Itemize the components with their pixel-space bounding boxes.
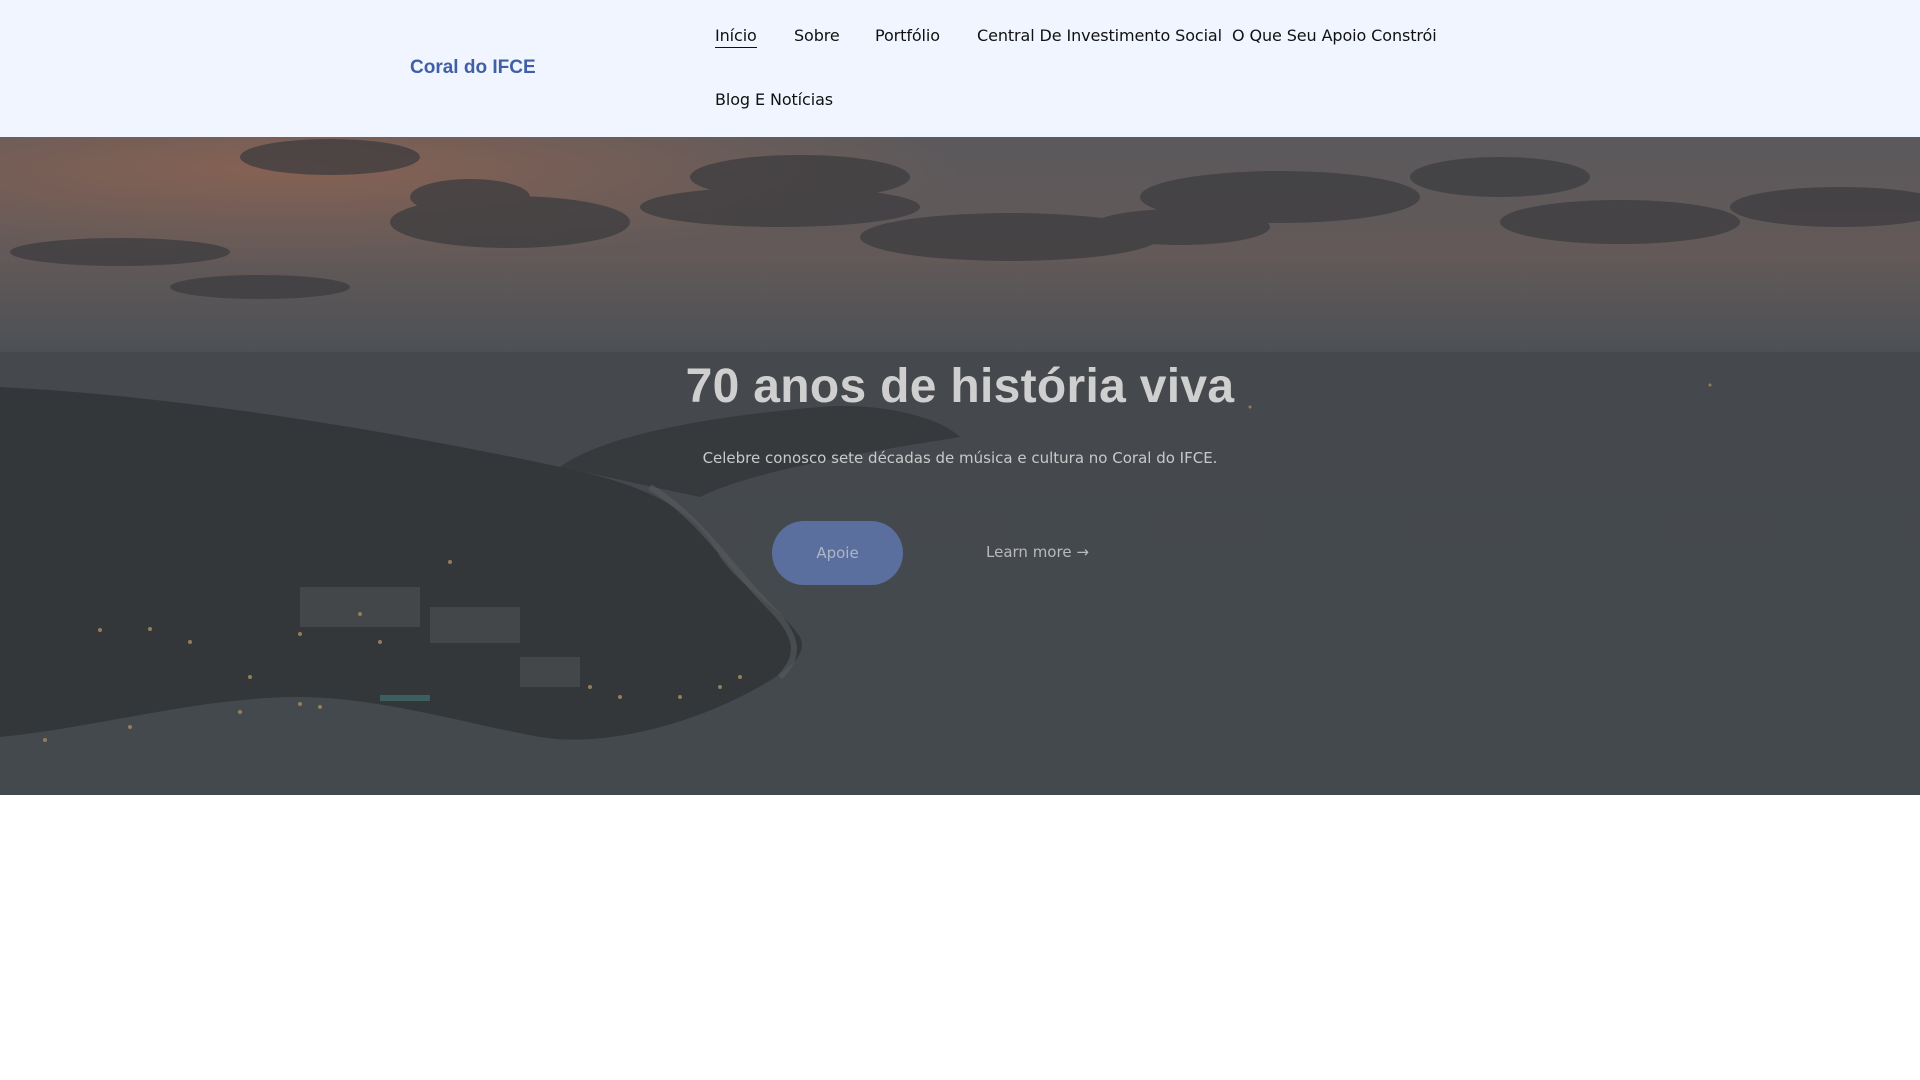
hero-subtitle: Celebre conosco sete décadas de música e… bbox=[702, 449, 1218, 467]
support-button[interactable]: Apoie bbox=[772, 521, 903, 585]
site-header: Coral do IFCE Início Sobre Portfólio Cen… bbox=[0, 0, 1920, 137]
hero-title: 70 anos de história viva bbox=[685, 360, 1235, 413]
nav-link-central-investimento-social[interactable]: Central De Investimento Social bbox=[977, 26, 1222, 45]
hero-section: 70 anos de história viva Celebre conosco… bbox=[0, 137, 1920, 795]
nav-link-portfolio[interactable]: Portfólio bbox=[875, 26, 940, 45]
learn-more-link[interactable]: Learn more → bbox=[986, 543, 1089, 561]
nav-link-o-que-seu-apoio-constroi[interactable]: O Que Seu Apoio Constrói bbox=[1232, 26, 1437, 45]
nav-link-inicio[interactable]: Início bbox=[715, 26, 757, 48]
site-logo-link[interactable]: Coral do IFCE bbox=[410, 57, 536, 79]
nav-link-blog-noticias[interactable]: Blog E Notícias bbox=[715, 90, 833, 109]
nav-link-sobre[interactable]: Sobre bbox=[794, 26, 840, 45]
